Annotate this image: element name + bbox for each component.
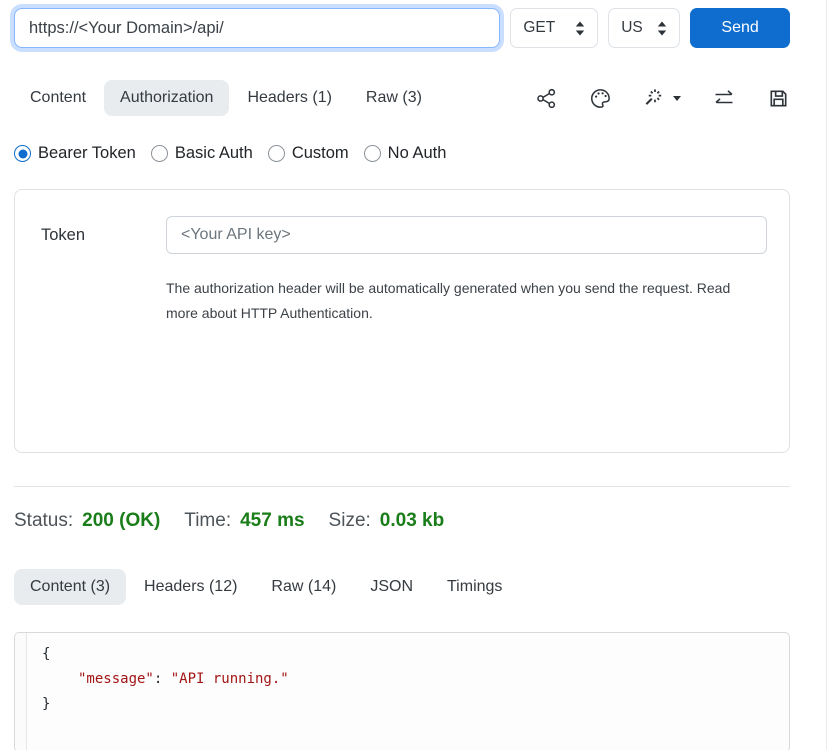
radio-selected-icon	[14, 145, 31, 162]
status-label: Status:	[14, 510, 73, 532]
status-code: Status: 200 (OK)	[14, 510, 160, 532]
auth-radio-basic-auth[interactable]: Basic Auth	[151, 144, 253, 163]
radio-icon	[268, 145, 285, 162]
api-request-tester: GET US Send Content Authorization Header…	[0, 0, 837, 750]
bearer-token-panel: Token The authorization header will be a…	[14, 189, 790, 453]
updown-arrows-icon	[657, 21, 667, 36]
auth-radio-bearer-token[interactable]: Bearer Token	[14, 144, 136, 163]
json-key: "message"	[78, 671, 154, 687]
auth-type-options: Bearer Token Basic Auth Custom No Auth	[14, 144, 823, 163]
request-toolbar	[535, 87, 790, 110]
response-status-row: Status: 200 (OK) Time: 457 ms Size: 0.03…	[14, 510, 823, 532]
tab-content[interactable]: Content	[14, 80, 102, 116]
tab-headers[interactable]: Headers (1)	[231, 80, 347, 116]
magic-wand-icon[interactable]	[643, 87, 681, 110]
save-icon[interactable]	[767, 87, 790, 110]
chevron-down-icon	[673, 96, 681, 101]
response-body-viewer[interactable]: { "message": "API running." }	[14, 632, 790, 750]
request-bar: GET US Send	[0, 0, 837, 48]
auth-radio-label: Bearer Token	[38, 144, 136, 163]
tab-response-timings[interactable]: Timings	[431, 569, 518, 605]
tab-response-raw[interactable]: Raw (14)	[255, 569, 352, 605]
tab-response-content[interactable]: Content (3)	[14, 569, 126, 605]
tab-response-headers[interactable]: Headers (12)	[128, 569, 253, 605]
time-label: Time:	[184, 510, 231, 532]
token-help-text: The authorization header will be automat…	[166, 276, 766, 326]
time-value: 457 ms	[240, 510, 304, 532]
panel-edge-divider	[826, 0, 827, 750]
swap-arrows-icon[interactable]	[712, 87, 736, 110]
status-value: 200 (OK)	[82, 510, 160, 532]
json-close-brace: }	[42, 696, 50, 712]
palette-icon[interactable]	[589, 87, 612, 110]
token-input[interactable]	[166, 216, 767, 254]
region-select[interactable]: US	[608, 8, 680, 48]
radio-icon	[151, 145, 168, 162]
radio-icon	[364, 145, 381, 162]
send-button[interactable]: Send	[690, 8, 790, 48]
json-colon: :	[154, 671, 171, 687]
auth-radio-custom[interactable]: Custom	[268, 144, 349, 163]
response-tabs: Content (3) Headers (12) Raw (14) JSON T…	[14, 569, 790, 605]
json-string-value: "API running."	[171, 671, 289, 687]
method-select-value: GET	[523, 19, 555, 37]
auth-radio-no-auth[interactable]: No Auth	[364, 144, 447, 163]
auth-radio-label: Basic Auth	[175, 144, 253, 163]
token-label: Token	[41, 226, 166, 245]
size-label: Size:	[329, 510, 371, 532]
section-divider	[14, 486, 790, 487]
request-tabs: Content Authorization Headers (1) Raw (3…	[14, 80, 790, 116]
response-json-body: { "message": "API running." }	[27, 633, 289, 750]
size-value: 0.03 kb	[380, 510, 444, 532]
response-size: Size: 0.03 kb	[329, 510, 445, 532]
auth-radio-label: No Auth	[388, 144, 447, 163]
tab-authorization[interactable]: Authorization	[104, 80, 229, 116]
region-select-value: US	[621, 19, 643, 37]
response-time: Time: 457 ms	[184, 510, 304, 532]
updown-arrows-icon	[575, 21, 585, 36]
auth-radio-label: Custom	[292, 144, 349, 163]
method-select[interactable]: GET	[510, 8, 598, 48]
tab-response-json[interactable]: JSON	[354, 569, 429, 605]
code-gutter	[15, 633, 27, 750]
url-input[interactable]	[14, 8, 500, 48]
share-icon[interactable]	[535, 87, 558, 110]
tab-raw[interactable]: Raw (3)	[350, 80, 438, 116]
json-open-brace: {	[42, 646, 50, 662]
